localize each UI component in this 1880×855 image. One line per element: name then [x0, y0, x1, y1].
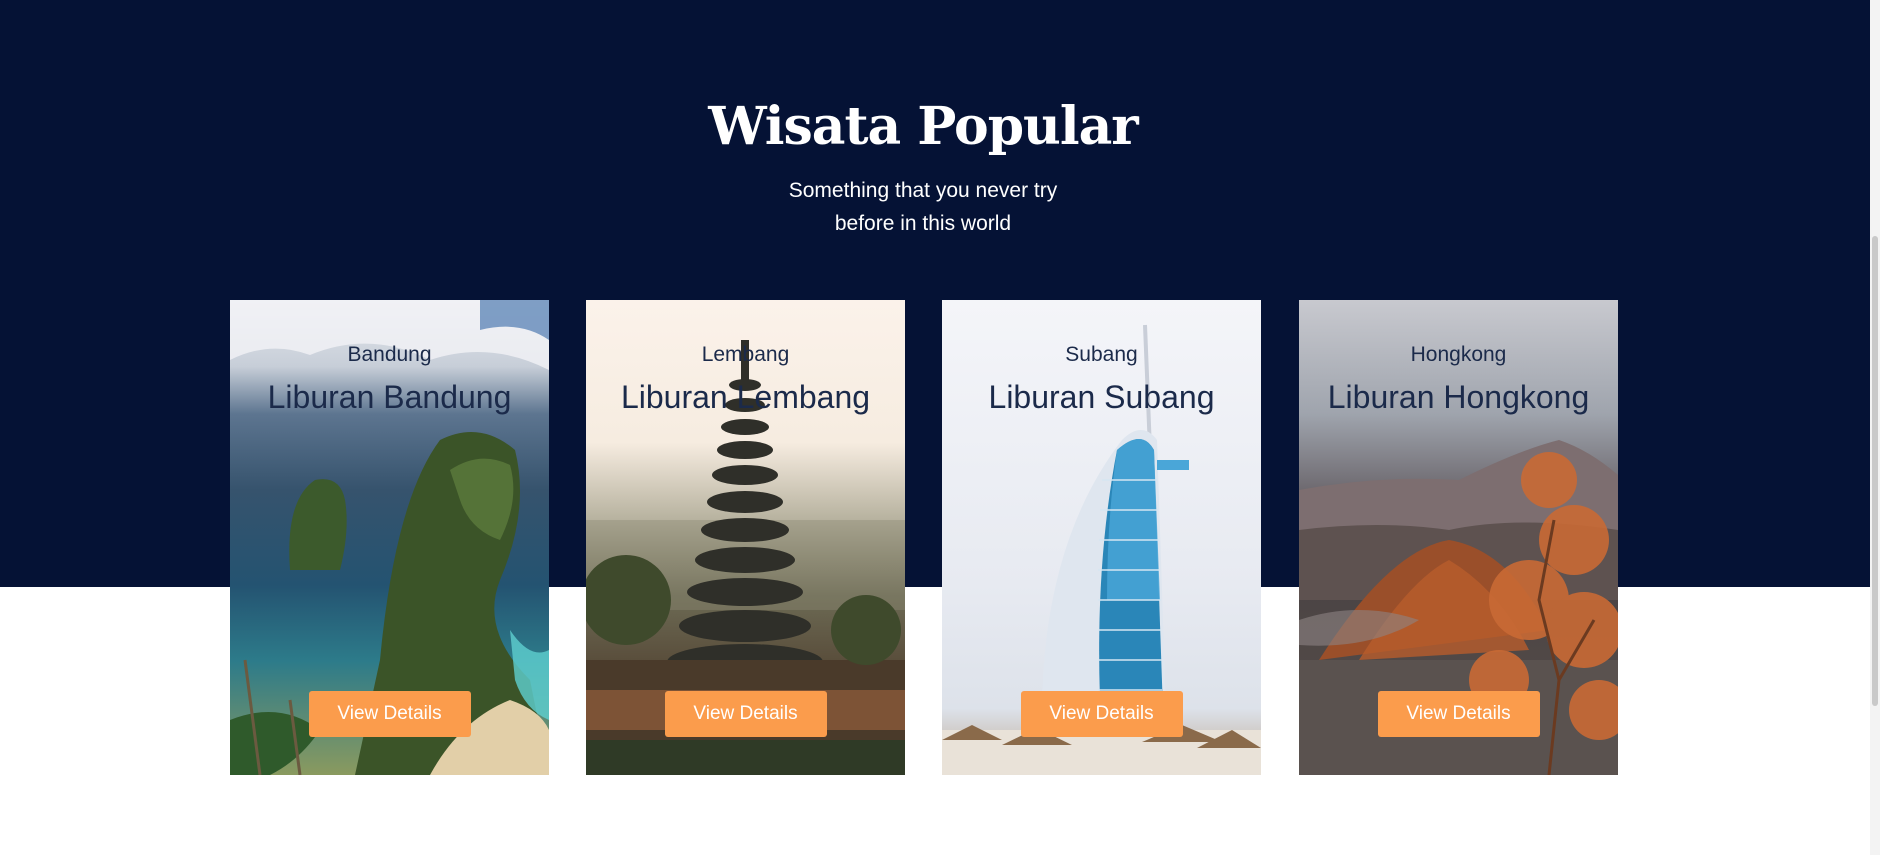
card-location: Lembang [701, 343, 790, 366]
card-location: Hongkong [1410, 343, 1507, 366]
page-scrollbar[interactable] [1870, 0, 1880, 855]
section-title: Wisata Popular [708, 96, 1138, 157]
card-text: Hongkong Liburan Hongkong [1299, 341, 1618, 422]
section-subtitle: Something that you never try before in t… [0, 174, 1846, 240]
scrollbar-thumb[interactable] [1872, 236, 1878, 706]
card-text: Bandung Liburan Bandung [230, 341, 549, 422]
card-title: Liburan Hongkong [1327, 379, 1590, 415]
view-details-button[interactable]: View Details [1377, 691, 1540, 737]
view-details-button[interactable]: View Details [664, 691, 827, 737]
card-location: Subang [1065, 343, 1138, 366]
subtitle-line-2: before in this world [834, 212, 1012, 235]
card-text: Subang Liburan Subang [942, 341, 1261, 422]
card-location: Bandung [347, 343, 432, 366]
card-title: Liburan Lembang [620, 379, 871, 415]
destination-card-subang[interactable]: Subang Liburan Subang View Details [942, 300, 1261, 775]
subtitle-line-1: Something that you never try [788, 179, 1058, 202]
view-details-button[interactable]: View Details [308, 691, 471, 737]
card-title: Liburan Bandung [267, 379, 512, 415]
destination-card-bandung[interactable]: Bandung Liburan Bandung View Details [230, 300, 549, 775]
destination-card-hongkong[interactable]: Hongkong Liburan Hongkong View Details [1299, 300, 1618, 775]
view-details-button[interactable]: View Details [1020, 691, 1183, 737]
destination-cards: Bandung Liburan Bandung View Details Lem… [230, 300, 1618, 775]
card-title: Liburan Subang [988, 379, 1215, 415]
destination-card-lembang[interactable]: Lembang Liburan Lembang View Details [586, 300, 905, 775]
card-text: Lembang Liburan Lembang [586, 341, 905, 422]
